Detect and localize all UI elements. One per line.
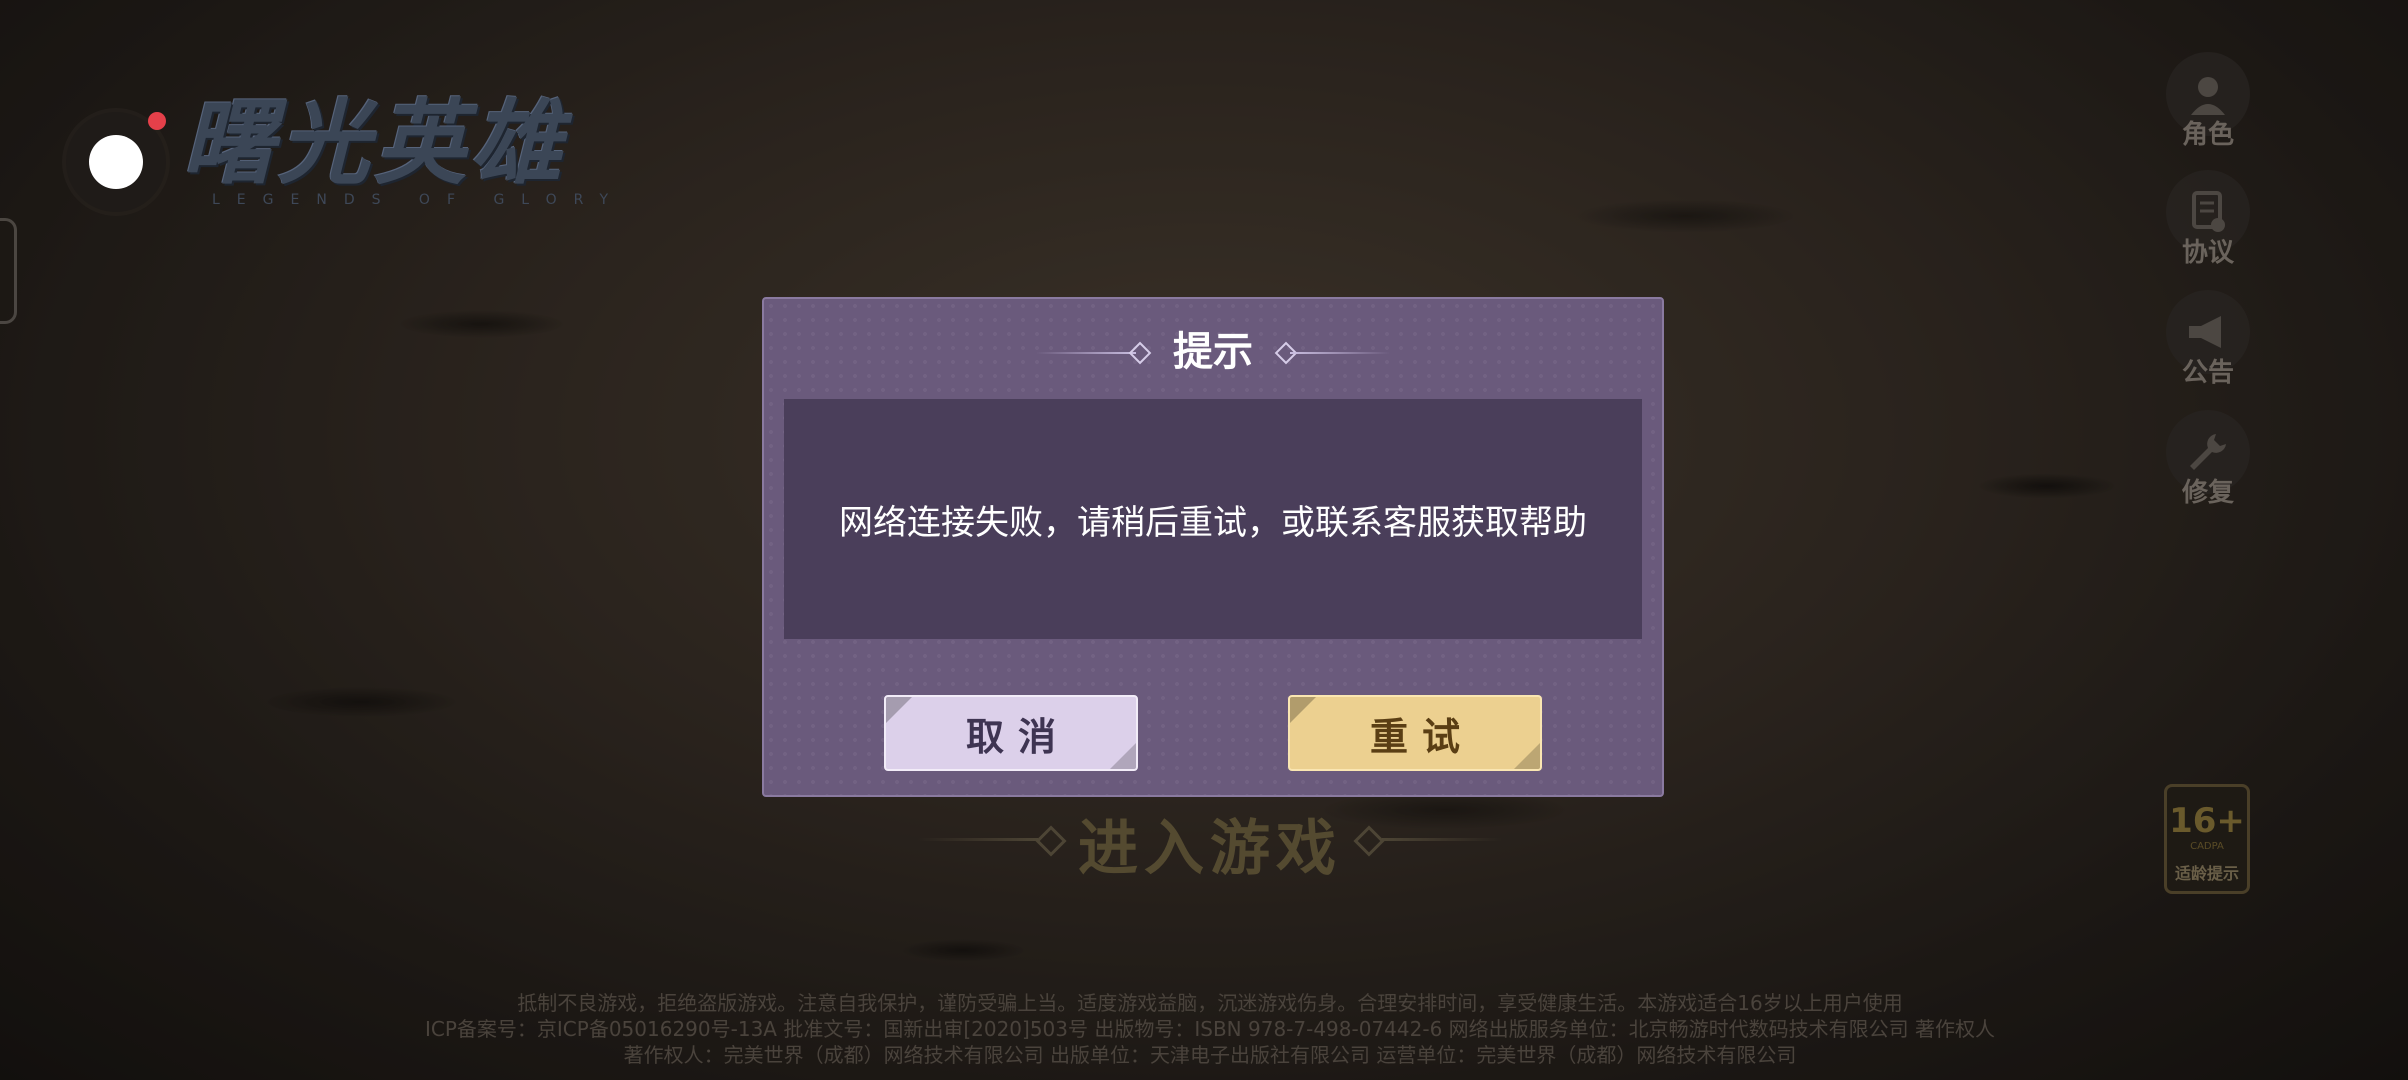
recording-indicator-dot (148, 112, 166, 130)
logo-title-cn: 曙光英雄 (182, 89, 567, 197)
side-menu-label: 角色 (2181, 120, 2234, 150)
network-error-dialog: 提示 网络连接失败，请稍后重试，或联系客服获取帮助 取消 重试 (762, 297, 1664, 797)
side-menu-character[interactable]: 角色 (2166, 52, 2250, 173)
record-icon (89, 135, 143, 189)
footer-line: 抵制不良游戏，拒绝盗版游戏。注意自我保护，谨防受骗上当。适度游戏益脑，沉迷游戏伤… (517, 991, 1903, 1015)
decor-line (1036, 352, 1136, 354)
side-menu-agreement[interactable]: 协议 (2166, 170, 2250, 291)
side-menu-label: 公告 (2181, 358, 2234, 388)
side-menu-label: 修复 (2181, 478, 2234, 508)
edge-pull-tab[interactable] (0, 218, 17, 324)
dialog-title: 提示 (1173, 329, 1253, 375)
dialog-body: 网络连接失败，请稍后重试，或联系客服获取帮助 (784, 399, 1642, 639)
decor-diamond (1035, 825, 1067, 857)
legal-footer: 抵制不良游戏，拒绝盗版游戏。注意自我保护，谨防受骗上当。适度游戏益脑，沉迷游戏伤… (390, 990, 2030, 1068)
enter-game-label: 进入游戏 (1078, 814, 1342, 884)
footer-line: ICP备案号：京ICP备05016290号-13A 批准文号：国新出审[2020… (424, 1017, 1996, 1041)
decor-line (1290, 352, 1390, 354)
decor-diamond (1128, 341, 1152, 365)
dialog-message: 网络连接失败，请稍后重试，或联系客服获取帮助 (839, 502, 1587, 543)
screen-record-button[interactable] (66, 112, 166, 212)
game-logo: 曙光英雄 LEGENDS OF GLORY (182, 88, 682, 218)
age-rating-org: CADPA (2190, 841, 2224, 852)
age-rating-number: 16+ (2169, 801, 2245, 841)
decor-line (1382, 838, 1502, 841)
age-rating-badge[interactable]: 16+ CADPA 适龄提示 (2164, 784, 2250, 894)
cancel-button[interactable]: 取消 (884, 695, 1138, 771)
footer-line: 著作权人：完美世界（成都）网络技术有限公司 出版单位：天津电子出版社有限公司 运… (623, 1043, 1797, 1067)
side-menu-label: 协议 (2181, 238, 2234, 268)
logo-title-en: LEGENDS OF GLORY (212, 192, 626, 208)
age-rating-label: 适龄提示 (2174, 864, 2239, 883)
enter-game-button[interactable]: 进入游戏 (900, 800, 1520, 887)
side-menu-announcement[interactable]: 公告 (2166, 290, 2250, 411)
side-menu-repair[interactable]: 修复 (2166, 410, 2250, 531)
dialog-header: 提示 (764, 327, 1662, 377)
decor-line (918, 838, 1038, 841)
retry-button[interactable]: 重试 (1288, 695, 1542, 771)
decor-diamond (1353, 825, 1385, 857)
